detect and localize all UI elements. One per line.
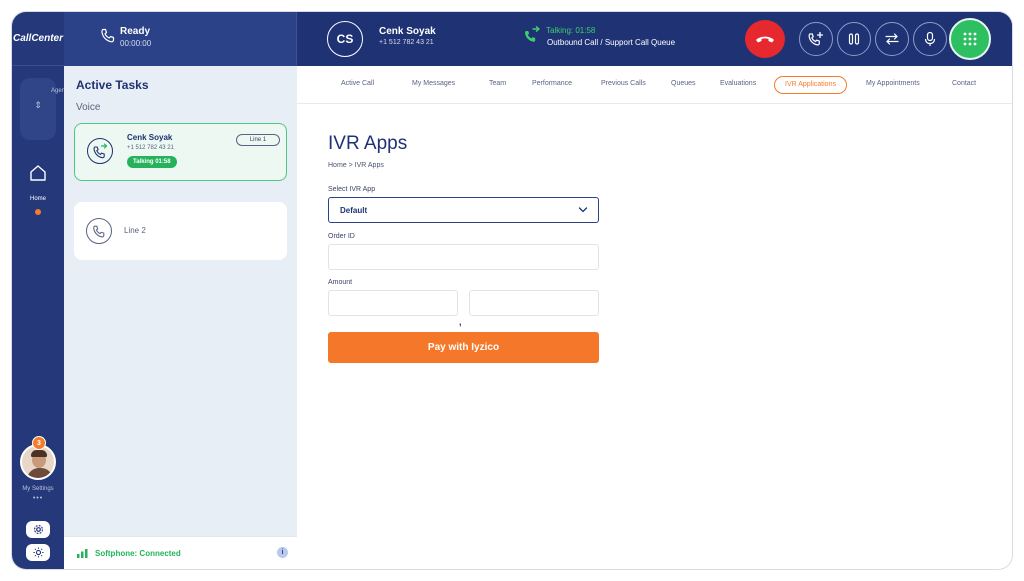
home-icon[interactable] xyxy=(29,164,47,182)
status-title: Ready xyxy=(120,26,151,37)
outgoing-call-icon xyxy=(87,138,113,164)
home-active-dot xyxy=(35,209,41,215)
phone-icon xyxy=(101,28,115,43)
amount-fraction-field[interactable] xyxy=(469,290,599,316)
transfer-icon xyxy=(885,33,899,45)
settings-gear-button[interactable] xyxy=(26,521,50,538)
amount-separator: , xyxy=(459,317,462,327)
pause-icon xyxy=(848,33,860,45)
line-badge: Line 1 xyxy=(236,134,280,146)
active-tasks-panel: Active Tasks Voice Cenk Soyak +1 512 782… xyxy=(64,66,297,569)
tab-performance[interactable]: Performance xyxy=(532,80,572,87)
notification-badge: 3 xyxy=(32,436,46,450)
ivr-app-select-value: Default xyxy=(340,206,368,215)
hangup-icon xyxy=(756,36,774,43)
tab-bar: Active Call My Messages Team Performance… xyxy=(297,66,1012,104)
tab-my-messages[interactable]: My Messages xyxy=(412,80,455,87)
status-timer: 00:00:00 xyxy=(120,39,152,48)
ivr-app-select[interactable]: Default xyxy=(328,197,599,223)
softphone-status-bar: Softphone: Connected i xyxy=(64,536,297,569)
transfer-button[interactable] xyxy=(875,22,909,56)
microphone-icon xyxy=(924,31,936,46)
caller-name: Cenk Soyak xyxy=(379,26,436,37)
talking-badge: Talking 01:58 xyxy=(127,156,177,168)
talking-timer: Talking: 01:58 xyxy=(546,26,596,35)
tab-ivr-applications[interactable]: IVR Applications xyxy=(774,76,847,94)
phone-icon xyxy=(86,218,112,244)
order-id-label: Order ID xyxy=(328,233,355,240)
agent-switch[interactable]: Agent ⇕ xyxy=(20,78,67,140)
tab-my-appointments[interactable]: My Appointments xyxy=(866,80,920,87)
amount-label: Amount xyxy=(328,279,353,286)
signal-icon xyxy=(77,549,88,558)
line-2-label: Line 2 xyxy=(124,226,146,235)
tab-team[interactable]: Team xyxy=(489,80,506,87)
top-bar: Ready 00:00:00 CS Cenk Soyak +1 512 782 … xyxy=(64,12,1012,66)
select-ivr-app-label: Select IVR App xyxy=(328,186,376,193)
settings-more-icon[interactable]: ••• xyxy=(12,495,64,502)
gear-icon xyxy=(33,524,43,535)
app-logo: CallCenter xyxy=(12,12,64,66)
breadcrumb[interactable]: Home > IVR Apps xyxy=(328,162,384,169)
chevron-down-icon xyxy=(578,207,588,213)
my-settings-label[interactable]: My Settings xyxy=(12,486,64,492)
main-content: Active Call My Messages Team Performance… xyxy=(297,66,1012,569)
add-call-icon xyxy=(808,32,823,46)
dialpad-button[interactable] xyxy=(949,18,991,60)
theme-toggle-button[interactable] xyxy=(26,544,50,561)
info-icon[interactable]: i xyxy=(277,547,288,558)
softphone-status: Softphone: Connected xyxy=(95,549,181,558)
mute-button[interactable] xyxy=(913,22,947,56)
hangup-button[interactable] xyxy=(745,20,785,58)
caller-initials: CS xyxy=(327,21,363,57)
order-id-field[interactable] xyxy=(328,244,599,270)
pay-with-iyzico-button[interactable]: Pay with Iyzico xyxy=(328,332,599,363)
tab-contact[interactable]: Contact xyxy=(952,80,976,87)
call-description: Outbound Call / Support Call Queue xyxy=(547,38,676,47)
tab-active-call[interactable]: Active Call xyxy=(341,80,374,87)
amount-whole-field[interactable] xyxy=(328,290,458,316)
home-label[interactable]: Home xyxy=(12,196,64,202)
left-rail: CallCenter Agent ⇕ Home 3 My Settings ••… xyxy=(12,12,67,569)
dialpad-icon xyxy=(963,32,977,46)
tasks-title: Active Tasks xyxy=(76,78,149,92)
tab-previous-calls[interactable]: Previous Calls xyxy=(601,80,646,87)
page-title: IVR Apps xyxy=(328,133,408,154)
chevron-up-down-icon: ⇕ xyxy=(34,100,42,110)
agent-status[interactable]: Ready 00:00:00 xyxy=(64,12,297,66)
sun-icon xyxy=(32,547,44,558)
hold-button[interactable] xyxy=(837,22,871,56)
caller-number: +1 512 782 43 21 xyxy=(379,39,434,46)
tasks-subtitle: Voice xyxy=(76,102,101,113)
add-call-button[interactable] xyxy=(799,22,833,56)
active-call-bar: CS Cenk Soyak +1 512 782 43 21 Talking: … xyxy=(297,12,1012,66)
outgoing-call-icon xyxy=(525,26,541,42)
tab-queues[interactable]: Queues xyxy=(671,80,696,87)
tab-evaluations[interactable]: Evaluations xyxy=(720,80,756,87)
task-card-line-1[interactable]: Cenk Soyak +1 512 782 43 21 Talking 01:5… xyxy=(74,123,287,181)
task-caller-number: +1 512 782 43 21 xyxy=(127,145,174,151)
app-window: CallCenter Agent ⇕ Home 3 My Settings ••… xyxy=(12,12,1012,569)
task-caller-name: Cenk Soyak xyxy=(127,133,173,142)
task-card-line-2[interactable]: Line 2 xyxy=(74,202,287,260)
